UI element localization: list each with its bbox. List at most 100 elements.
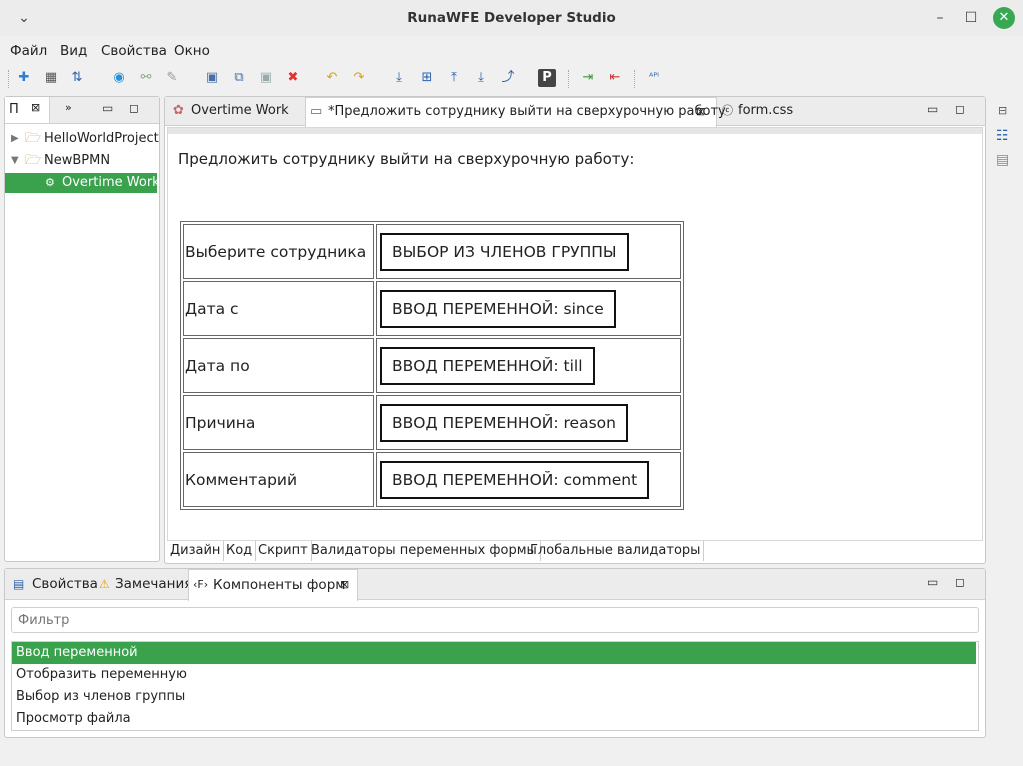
- upload-icon[interactable]: ⤒: [445, 69, 463, 87]
- tab-global-validators[interactable]: Глобальные валидаторы: [527, 541, 705, 561]
- save-as-icon[interactable]: ▣: [257, 69, 275, 87]
- process-icon: ⚙: [45, 176, 55, 189]
- navigator-tab-label: П: [9, 102, 19, 117]
- tab-form-editor[interactable]: ▭ *Предложить сотруднику выйти на сверху…: [305, 97, 726, 127]
- project-navigator-panel: П ⊠ » ▭ ◻ ▶ 🗁 HelloWorldProject ▼ 🗁 NewB…: [4, 96, 160, 562]
- table-row: Комментарий ВВОД ПЕРЕМЕННОЙ: comment: [183, 452, 681, 507]
- save-icon[interactable]: ▣: [203, 69, 221, 87]
- list-item[interactable]: Просмотр файла: [12, 708, 976, 730]
- row-control-cell: ВВОД ПЕРЕМЕННОЙ: reason: [376, 395, 681, 450]
- redo-icon[interactable]: ↷: [350, 69, 368, 87]
- tab-form-validators[interactable]: Валидаторы переменных формы: [308, 541, 541, 561]
- form-heading[interactable]: Предложить сотруднику выйти на сверхуроч…: [178, 150, 634, 168]
- form-design-canvas[interactable]: Предложить сотруднику выйти на сверхуроч…: [167, 127, 983, 541]
- row-label[interactable]: Дата с: [183, 281, 374, 336]
- row-control-cell: ВВОД ПЕРЕМЕННОЙ: comment: [376, 452, 681, 507]
- minimize-view-icon[interactable]: ▭: [102, 101, 113, 115]
- maximize-view-icon[interactable]: ◻: [955, 575, 965, 589]
- save-all-icon[interactable]: ⧉: [230, 69, 248, 87]
- minimize-button[interactable]: –: [930, 8, 950, 28]
- tab-script[interactable]: Скрипт: [255, 541, 312, 561]
- tab-problems[interactable]: ⚠ Замечания: [95, 569, 192, 599]
- structure-icon[interactable]: ⊞: [418, 69, 436, 87]
- menu-file[interactable]: Файл: [10, 43, 47, 59]
- close-icon[interactable]: ⊠: [340, 570, 349, 600]
- export-icon[interactable]: ⤓: [390, 69, 408, 87]
- list-item[interactable]: Выбор из членов группы: [12, 686, 976, 708]
- edit-icon[interactable]: ✎: [163, 69, 181, 87]
- tab-form-components[interactable]: ‹F› Компоненты форм ⊠: [188, 569, 358, 601]
- tree-item-label: HelloWorldProject: [44, 131, 159, 146]
- menu-properties[interactable]: Свойства: [101, 43, 167, 59]
- process-icon: ✿: [173, 103, 184, 118]
- row-label[interactable]: Выберите сотрудника: [183, 224, 374, 279]
- minimize-view-icon[interactable]: ▭: [927, 102, 938, 116]
- new-project-icon[interactable]: ✚: [15, 69, 33, 87]
- form-editor-panel: ✿ Overtime Work ▭ *Предложить сотруднику…: [164, 96, 986, 564]
- table-row: Дата с ВВОД ПЕРЕМЕННОЙ: since: [183, 281, 681, 336]
- close-icon[interactable]: ⊠: [696, 98, 705, 126]
- row-control-cell: ВЫБОР ИЗ ЧЛЕНОВ ГРУППЫ: [376, 224, 681, 279]
- close-window-button[interactable]: ✕: [993, 7, 1015, 29]
- link-icon[interactable]: ⚯: [137, 69, 155, 87]
- menu-view[interactable]: Вид: [60, 43, 87, 59]
- form-table[interactable]: Выберите сотрудника ВЫБОР ИЗ ЧЛЕНОВ ГРУП…: [180, 221, 684, 510]
- maximize-button[interactable]: ☐: [961, 8, 981, 28]
- export-process-icon[interactable]: ⇤: [606, 69, 624, 87]
- row-label[interactable]: Дата по: [183, 338, 374, 393]
- tab-label: Overtime Work: [191, 103, 289, 118]
- table-row: Причина ВВОД ПЕРЕМЕННОЙ: reason: [183, 395, 681, 450]
- form-component[interactable]: ВВОД ПЕРЕМЕННОЙ: comment: [380, 460, 650, 499]
- restore-icon[interactable]: ⊟: [998, 104, 1007, 117]
- tree-item-newbpmn[interactable]: ▼ 🗁 NewBPMN: [5, 151, 157, 171]
- navigator-tab[interactable]: П ⊠: [5, 97, 50, 123]
- row-control-cell: ВВОД ПЕРЕМЕННОЙ: since: [376, 281, 681, 336]
- menu-window[interactable]: Окно: [174, 43, 210, 59]
- p-letter-icon[interactable]: P: [538, 69, 556, 87]
- tab-properties[interactable]: ▤ Свойства: [9, 569, 98, 599]
- api-icon[interactable]: ᴬᴾᴵ: [645, 69, 663, 87]
- form-component[interactable]: ВЫБОР ИЗ ЧЛЕНОВ ГРУППЫ: [380, 232, 629, 271]
- collapse-arrow-icon[interactable]: ▼: [11, 151, 19, 171]
- folder-icon: 🗁: [25, 131, 42, 146]
- deploy-icon[interactable]: ◉: [110, 69, 128, 87]
- minimize-view-icon[interactable]: ▭: [927, 575, 938, 589]
- delete-icon[interactable]: ✖: [284, 69, 302, 87]
- close-icon[interactable]: ⊠: [31, 101, 40, 114]
- list-item[interactable]: Отобразить переменную: [12, 664, 976, 686]
- form-component[interactable]: ВВОД ПЕРЕМЕННОЙ: since: [380, 289, 616, 328]
- components-list: Ввод переменной Отобразить переменную Вы…: [11, 641, 979, 731]
- tab-label: Свойства: [32, 576, 98, 592]
- row-label[interactable]: Причина: [183, 395, 374, 450]
- window-title: RunaWFE Developer Studio: [407, 10, 616, 26]
- menu-bar: Файл Вид Свойства Окно: [0, 36, 1023, 64]
- warning-icon: ⚠: [99, 577, 110, 591]
- ruler-strip: [168, 128, 982, 134]
- maximize-view-icon[interactable]: ◻: [955, 102, 965, 116]
- form-component[interactable]: ВВОД ПЕРЕМЕННОЙ: reason: [380, 403, 628, 442]
- expand-arrow-icon[interactable]: ▶: [11, 129, 19, 149]
- table-icon[interactable]: ▦: [42, 69, 60, 87]
- tab-label: Компоненты форм: [213, 577, 346, 593]
- undo-icon[interactable]: ↶: [323, 69, 341, 87]
- row-label[interactable]: Комментарий: [183, 452, 374, 507]
- chart-icon[interactable]: ⤴: [499, 69, 517, 87]
- import-icon[interactable]: ⇅: [68, 69, 86, 87]
- maximize-view-icon[interactable]: ◻: [129, 101, 139, 115]
- tree-item-overtime-work[interactable]: ⚙ Overtime Work: [5, 173, 160, 193]
- tab-code[interactable]: Код: [223, 541, 257, 561]
- task-list-icon[interactable]: ▤: [996, 152, 1009, 168]
- overflow-chevron-icon[interactable]: »: [65, 101, 72, 114]
- import-process-icon[interactable]: ⇥: [579, 69, 597, 87]
- download-icon[interactable]: ⤓: [472, 69, 490, 87]
- tab-design[interactable]: Дизайн: [167, 541, 225, 561]
- filter-input[interactable]: [11, 607, 979, 633]
- tab-overtime-work[interactable]: ✿ Overtime Work: [169, 97, 303, 125]
- list-item[interactable]: Ввод переменной: [12, 642, 976, 664]
- tab-form-css[interactable]: ⓒ form.css: [718, 97, 818, 125]
- right-trim-stack: ⊟ ☷ ▤: [990, 96, 1018, 216]
- outline-icon[interactable]: ☷: [996, 128, 1009, 144]
- tree-item-helloworldproject[interactable]: ▶ 🗁 HelloWorldProject: [5, 129, 159, 149]
- css-file-icon: ⓒ: [722, 104, 733, 117]
- form-component[interactable]: ВВОД ПЕРЕМЕННОЙ: till: [380, 346, 595, 385]
